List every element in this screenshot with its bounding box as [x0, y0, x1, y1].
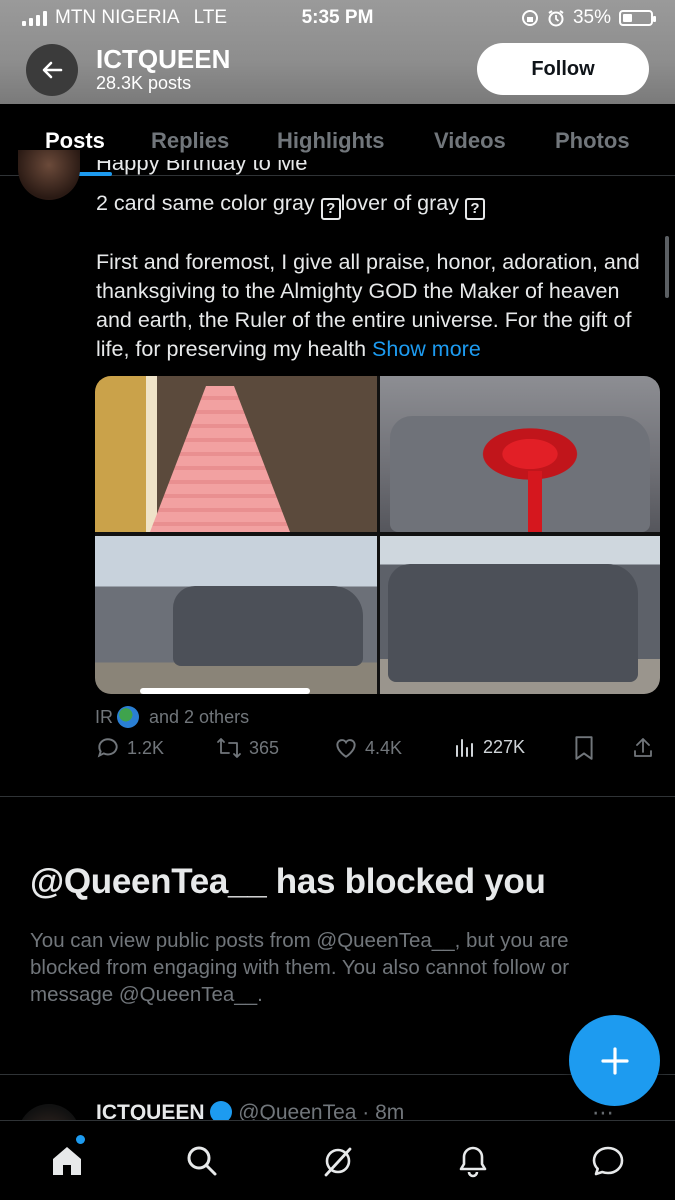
car-shape — [173, 586, 363, 666]
next-post-time: · 8m — [362, 1101, 405, 1122]
arrow-left-icon — [42, 61, 63, 79]
follow-button[interactable]: Follow — [477, 43, 649, 95]
dress-shape — [150, 386, 290, 532]
tab-replies[interactable]: Replies — [151, 128, 229, 154]
unknown-emoji-box: ? — [464, 198, 485, 220]
next-post-name: ICTQUEEN — [96, 1101, 205, 1122]
share-icon — [634, 738, 652, 757]
plus-icon — [600, 1046, 629, 1075]
photo-car-hood-open[interactable] — [95, 536, 377, 694]
views-button[interactable]: 227K — [453, 735, 525, 759]
blocked-title: @QueenTea__ has blocked you — [30, 862, 546, 901]
orientation-lock-icon — [521, 10, 538, 26]
next-post-handle: @QueenTea — [238, 1101, 357, 1122]
profile-name: ICTQUEEN — [96, 44, 231, 74]
profile-screen: MTN NIGERIA LTE 5:35 PM 35% ICTQUEEN 28.… — [0, 0, 675, 1200]
post-count: 28.3K posts — [96, 73, 192, 93]
post-divider — [0, 796, 675, 797]
nav-messages[interactable] — [588, 1141, 628, 1181]
show-more-link[interactable]: Show more — [372, 337, 481, 361]
battery-level — [623, 14, 632, 22]
nav-grok[interactable] — [318, 1141, 358, 1181]
car-shape — [388, 564, 638, 682]
post-first-line-text: Happy Birthday to Me — [96, 160, 308, 175]
home-icon — [53, 1147, 81, 1175]
battery-icon — [619, 10, 656, 26]
profile-header-banner: MTN NIGERIA LTE 5:35 PM 35% ICTQUEEN 28.… — [0, 0, 675, 104]
battery-percent: 35% — [572, 7, 611, 28]
tab-highlights[interactable]: Highlights — [277, 128, 385, 154]
post-line-2: 2 card same color gray ? lover of gray ? — [96, 189, 485, 220]
photo-bar — [140, 688, 310, 694]
tab-videos[interactable]: Videos — [434, 128, 506, 154]
repost-button[interactable]: 365 — [215, 735, 279, 761]
globe-icon — [117, 706, 139, 728]
tab-photos[interactable]: Photos — [555, 128, 630, 154]
alarm-icon — [548, 10, 564, 27]
back-button[interactable] — [26, 44, 78, 96]
repost-count: 365 — [249, 737, 280, 758]
reply-icon — [97, 738, 118, 758]
liked-by-prefix: IR — [95, 706, 113, 727]
photo-pink-dress[interactable] — [95, 376, 377, 532]
post-media-grid — [95, 376, 660, 694]
repost-icon — [217, 738, 241, 758]
reply-count: 1.2K — [127, 737, 165, 758]
compose-button[interactable] — [569, 1015, 660, 1106]
unknown-emoji-box: ? — [320, 198, 341, 220]
heart-icon — [336, 739, 356, 758]
post-body: First and foremost, I give all praise, h… — [96, 248, 656, 364]
chat-bubble-icon — [592, 1146, 624, 1176]
bookmark-icon — [575, 736, 593, 760]
blocked-description: You can view public posts from @QueenTea… — [30, 929, 570, 1006]
nav-search[interactable] — [182, 1141, 222, 1181]
scrollbar[interactable] — [665, 236, 669, 298]
photo-car-with-bow[interactable] — [380, 376, 660, 532]
views-count: 227K — [483, 736, 526, 757]
status-right: 35% — [521, 7, 656, 29]
nav-home[interactable] — [47, 1141, 87, 1181]
post-actions: 1.2K 365 4.4K 227K — [95, 735, 660, 765]
status-bar: MTN NIGERIA LTE 5:35 PM 35% — [0, 0, 675, 36]
like-count: 4.4K — [365, 737, 403, 758]
post-author-avatar[interactable] — [18, 150, 80, 200]
views-chart-icon — [456, 739, 473, 757]
reply-button[interactable]: 1.2K — [95, 735, 164, 761]
share-button[interactable] — [631, 735, 655, 761]
bookmark-button[interactable] — [573, 735, 595, 761]
home-notification-dot — [76, 1135, 85, 1144]
like-button[interactable]: 4.4K — [333, 735, 402, 761]
liked-by-row[interactable]: IR and 2 others — [95, 706, 249, 728]
bell-icon — [459, 1146, 487, 1178]
ribbon-shape — [528, 471, 542, 532]
grok-icon — [324, 1147, 352, 1177]
nav-notifications[interactable] — [453, 1141, 493, 1181]
liked-by-suffix: and 2 others — [149, 706, 250, 727]
search-icon — [187, 1146, 217, 1176]
post-line-2-b: lover of gray — [340, 191, 465, 215]
photo-gray-suv[interactable] — [380, 536, 660, 694]
post-line-2-a: 2 card same color gray — [96, 191, 321, 215]
post-body-text: First and foremost, I give all praise, h… — [96, 250, 640, 361]
post-first-line: Happy Birthday to Me — [96, 160, 308, 186]
next-post-header: ICTQUEEN @QueenTea · 8m — [96, 1100, 404, 1122]
verified-badge-icon — [210, 1101, 233, 1122]
bottom-navigation — [0, 1120, 675, 1200]
